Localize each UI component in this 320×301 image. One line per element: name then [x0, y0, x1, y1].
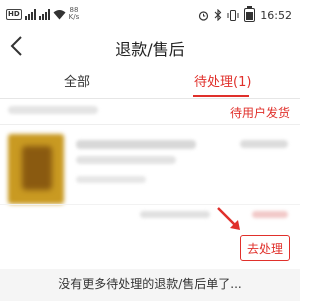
alarm-icon — [199, 10, 209, 21]
active-tab-indicator — [193, 95, 249, 97]
battery-icon — [244, 6, 256, 22]
blurred-product-spec — [76, 176, 146, 183]
clock: 16:52 — [260, 8, 292, 22]
blurred-refund-info — [140, 211, 210, 218]
wifi-icon — [53, 9, 66, 19]
arrow-pointer-icon — [217, 207, 240, 230]
status-left: HD 88 K/s — [6, 7, 79, 21]
tab-bar: 全部 待处理(1) — [0, 64, 300, 99]
signal-icon — [24, 8, 36, 20]
blurred-store-name — [8, 106, 98, 114]
order-status: 待用户发货 — [229, 106, 290, 120]
tab-pending[interactable]: 待处理(1) — [194, 71, 251, 90]
product-thumbnail-detail — [22, 146, 52, 190]
hd-badge: HD — [6, 8, 22, 20]
status-bar: HD 88 K/s 16:52 — [0, 0, 300, 28]
page-title: 退款/售后 — [115, 40, 185, 59]
no-more-message: 没有更多待处理的退款/售后单了... — [0, 269, 300, 301]
blurred-refund-amount — [252, 211, 288, 218]
nav-bar: 退款/售后 — [0, 28, 300, 64]
blurred-product-title-2 — [76, 156, 176, 164]
signal-icon-2 — [38, 8, 50, 20]
divider — [0, 204, 300, 205]
vibrate-icon — [227, 9, 239, 21]
network-speed: 88 K/s — [69, 7, 80, 21]
status-right: 16:52 — [198, 6, 292, 22]
tab-all[interactable]: 全部 — [64, 71, 90, 90]
handle-button[interactable]: 去处理 — [240, 235, 290, 261]
blurred-product-title — [76, 140, 196, 149]
speed-unit: K/s — [68, 13, 80, 21]
bluetooth-icon — [214, 9, 222, 21]
divider — [0, 124, 300, 125]
blurred-price — [240, 140, 288, 148]
